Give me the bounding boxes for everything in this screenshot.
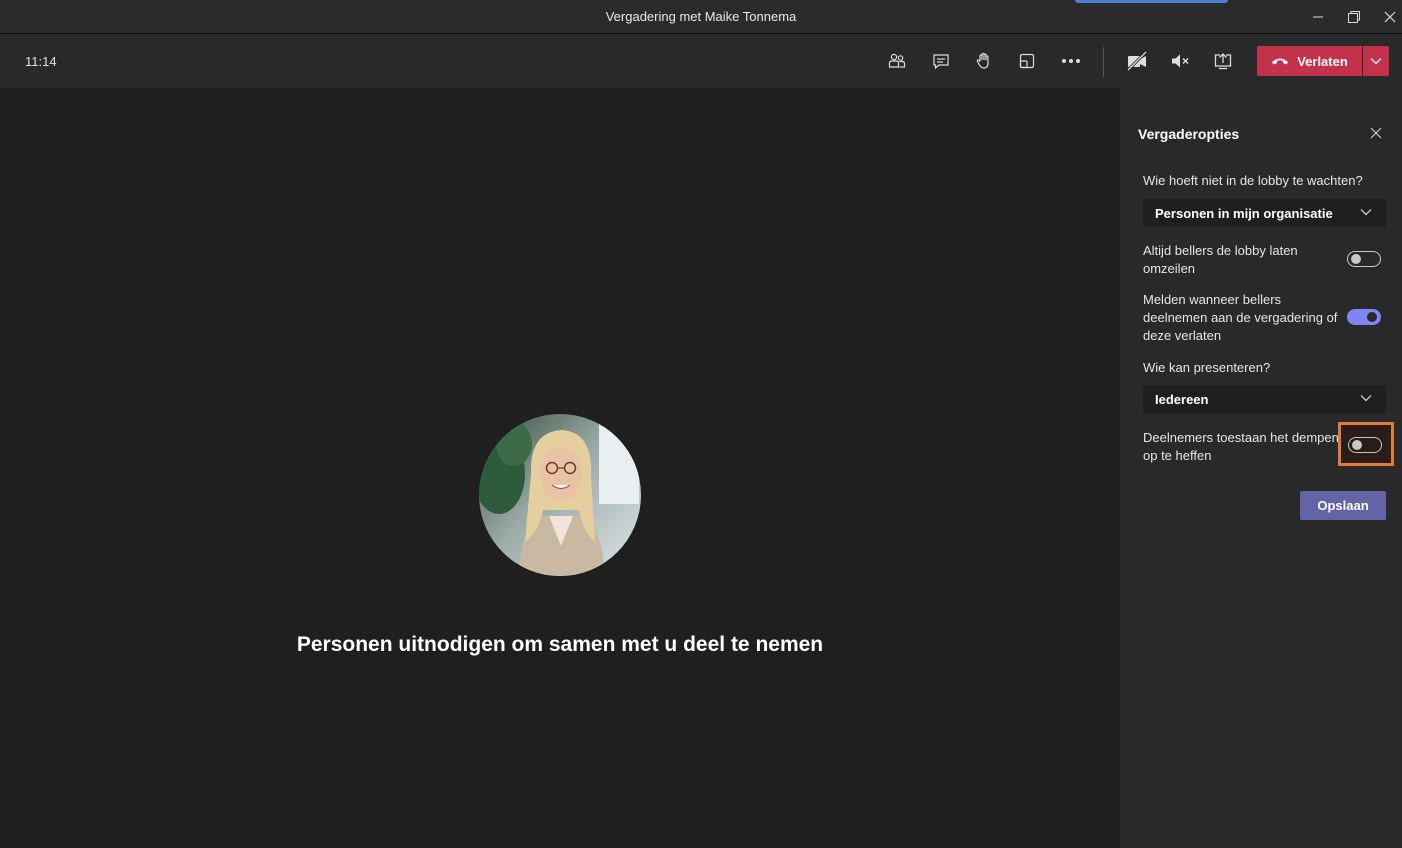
title-accent-tab [1075,0,1228,3]
layout-button[interactable] [1012,47,1042,75]
raise-hand-button[interactable] [969,47,999,75]
minimize-button[interactable] [1301,0,1335,33]
close-icon [1370,127,1382,139]
announce-callers-label-line: deelnemen aan de vergadering of [1143,310,1338,325]
restore-icon [1348,10,1360,23]
camera-off-icon [1126,51,1148,71]
invite-message: Personen uitnodigen om samen met u deel … [296,633,824,656]
speaker-muted-icon [1172,54,1189,68]
announce-callers-toggle[interactable] [1347,309,1381,325]
toolbar-divider [1103,47,1104,77]
allow-unmute-toggle[interactable] [1348,437,1382,453]
avatar [479,414,641,576]
save-button[interactable]: Opslaan [1300,491,1386,520]
lobby-question-label: Wie hoeft niet in de lobby te wachten? [1143,173,1363,188]
meeting-options-panel: Vergaderopties Wie hoeft niet in de lobb… [1120,88,1402,848]
close-panel-button[interactable] [1367,124,1385,142]
participants-button[interactable] [882,47,912,75]
minimize-icon [1313,16,1323,17]
allow-unmute-label: Deelnemers toestaan het dempen op te hef… [1143,429,1339,465]
chevron-down-icon [1360,395,1372,402]
chevron-down-icon [1360,209,1372,216]
announce-callers-label-line: Melden wanneer bellers [1143,292,1282,307]
allow-unmute-label-line: Deelnemers toestaan het dempen [1143,430,1339,445]
close-window-button[interactable] [1373,0,1402,33]
announce-callers-label-line: deze verlaten [1143,328,1222,343]
restore-button[interactable] [1337,0,1371,33]
toggle-knob [1352,440,1362,450]
share-screen-icon [1214,53,1232,70]
lobby-dropdown-value: Personen in mijn organisatie [1155,206,1333,221]
more-actions-button[interactable] [1056,47,1086,75]
toggle-knob [1367,312,1377,322]
allow-unmute-label-line: op te heffen [1143,448,1212,463]
bypass-lobby-label-line: Altijd bellers de lobby laten [1143,243,1298,258]
people-icon [888,53,906,68]
bypass-lobby-toggle[interactable] [1347,251,1381,267]
bypass-lobby-label: Altijd bellers de lobby laten omzeilen [1143,242,1298,278]
announce-callers-label: Melden wanneer bellers deelnemen aan de … [1143,291,1337,345]
layout-icon [1019,53,1035,69]
profile-photo [479,414,641,576]
chat-button[interactable] [926,47,956,75]
meeting-stage: Personen uitnodigen om samen met u deel … [0,88,1120,848]
bypass-lobby-label-line: omzeilen [1143,261,1196,276]
lobby-dropdown[interactable]: Personen in mijn organisatie [1143,199,1386,227]
raise-hand-icon [976,52,989,69]
panel-title: Vergaderopties [1138,126,1240,142]
camera-toggle-button[interactable] [1122,47,1152,75]
close-icon [1384,11,1396,22]
mute-toggle-button[interactable] [1165,47,1195,75]
meeting-toolbar: 11:14 Verlaten [0,34,1402,88]
hang-up-icon [1272,58,1289,65]
chevron-down-icon [1370,58,1382,65]
presenter-dropdown[interactable]: Iedereen [1143,385,1386,413]
title-bar: Vergadering met Maike Tonnema [0,0,1402,34]
presenter-question-label: Wie kan presenteren? [1143,360,1271,375]
more-icon [1062,59,1080,63]
window-title: Vergadering met Maike Tonnema [605,9,797,24]
chat-icon [933,54,949,70]
meeting-clock: 11:14 [25,54,57,69]
toggle-knob [1351,254,1361,264]
leave-label: Verlaten [1297,53,1348,69]
leave-options-dropdown[interactable] [1363,46,1389,76]
share-screen-button[interactable] [1208,47,1238,75]
leave-button[interactable]: Verlaten [1257,46,1362,76]
presenter-dropdown-value: Iedereen [1155,392,1209,407]
